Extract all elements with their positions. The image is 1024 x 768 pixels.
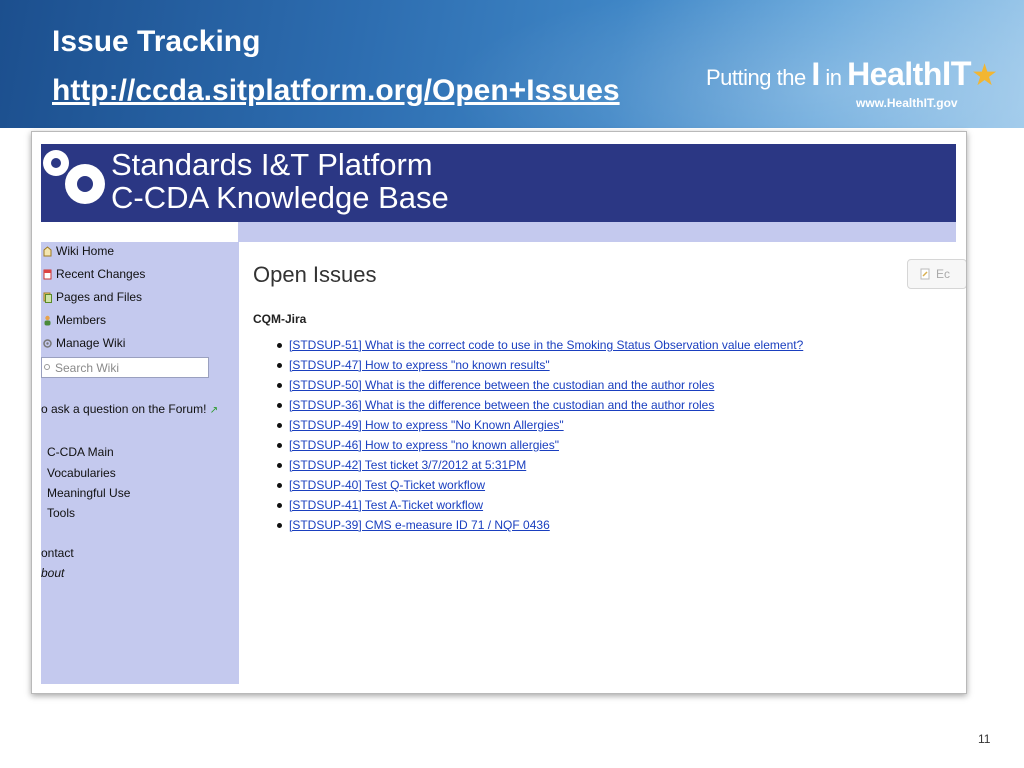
sidebar-item-label: Wiki Home: [56, 244, 115, 258]
sidebar-item-recent-changes[interactable]: Recent Changes: [43, 267, 145, 281]
sidebar-item-members[interactable]: Members: [43, 313, 106, 327]
issue-link[interactable]: [STDSUP-51] What is the correct code to …: [289, 338, 803, 352]
issue-link[interactable]: [STDSUP-42] Test ticket 3/7/2012 at 5:31…: [289, 458, 526, 472]
slide-url-link[interactable]: http://ccda.sitplatform.org/Open+Issues: [52, 74, 620, 108]
edit-button-label: Ec: [936, 267, 951, 281]
healthit-brand-logo: Putting the I in HealthIT★ www.HealthIT.…: [706, 55, 998, 110]
issue-link[interactable]: [STDSUP-41] Test A-Ticket workflow: [289, 498, 483, 512]
brand-tagline: Putting the I in HealthIT★: [706, 55, 998, 94]
logo-line-2: C-CDA Knowledge Base: [111, 180, 449, 215]
list-item: [STDSUP-49] How to express "No Known All…: [276, 417, 803, 437]
members-icon: [44, 315, 51, 325]
list-item: [STDSUP-42] Test ticket 3/7/2012 at 5:31…: [276, 457, 803, 477]
search-icon: [44, 363, 50, 370]
issue-link[interactable]: [STDSUP-46] How to express "no known all…: [289, 438, 559, 452]
wiki-sidebar: Wiki Home Recent Changes Pages and Files…: [41, 242, 239, 684]
edit-icon: [920, 268, 930, 280]
wiki-logo-text: Standards I&T Platform C-CDA Knowledge B…: [111, 148, 449, 214]
wiki-main-content: Open Issues Ec CQM-Jira [STDSUP-51] What…: [239, 242, 966, 684]
brand-it: IT: [941, 55, 972, 93]
sidebar-item-label: Pages and Files: [56, 290, 143, 304]
list-item: [STDSUP-39] CMS e-measure ID 71 / NQF 04…: [276, 517, 803, 537]
sidebar-nav-c-cda-main[interactable]: C-CDA Main: [47, 445, 114, 459]
sidebar-item-label: Recent Changes: [56, 267, 146, 281]
logo-line-1: Standards I&T Platform: [111, 147, 433, 182]
brand-health: Health: [847, 56, 942, 92]
sidebar-item-label: Manage Wiki: [56, 336, 126, 350]
issue-list: [STDSUP-51] What is the correct code to …: [276, 337, 803, 537]
list-item: [STDSUP-40] Test Q-Ticket workflow: [276, 477, 803, 497]
forum-link-text: o ask a question on the Forum!: [41, 402, 207, 416]
list-item: [STDSUP-50] What is the difference betwe…: [276, 377, 803, 397]
search-input[interactable]: Search Wiki: [41, 357, 209, 378]
home-icon: [43, 245, 52, 256]
sidebar-nav-vocabularies[interactable]: Vocabularies: [47, 466, 116, 480]
sidebar-link-contact[interactable]: ontact: [41, 546, 74, 560]
sidebar-item-label: Members: [56, 313, 107, 327]
sidebar-item-wiki-home[interactable]: Wiki Home: [43, 244, 114, 258]
brand-letter-i: I: [811, 56, 820, 92]
recent-changes-icon: [43, 269, 52, 279]
section-label-cqm-jira: CQM-Jira: [253, 312, 307, 326]
issue-link[interactable]: [STDSUP-49] How to express "No Known All…: [289, 418, 564, 432]
brand-url: www.HealthIT.gov: [856, 96, 958, 110]
wiki-subbar: [238, 222, 956, 242]
brand-prefix: Putting the: [706, 65, 812, 90]
issue-link[interactable]: [STDSUP-40] Test Q-Ticket workflow: [289, 478, 485, 492]
list-item: [STDSUP-46] How to express "no known all…: [276, 437, 803, 457]
slide-header: Issue Tracking http://ccda.sitplatform.o…: [0, 0, 1024, 128]
slide-page-number: 11: [978, 732, 991, 746]
edit-button[interactable]: Ec: [907, 259, 966, 289]
list-item: [STDSUP-51] What is the correct code to …: [276, 337, 803, 357]
sidebar-nav-tools[interactable]: Tools: [47, 506, 75, 520]
sidebar-nav-meaningful-use[interactable]: Meaningful Use: [47, 486, 130, 500]
list-item: [STDSUP-36] What is the difference betwe…: [276, 397, 803, 417]
brand-in: in: [819, 65, 848, 90]
gears-logo-icon: [41, 146, 109, 220]
issue-link[interactable]: [STDSUP-50] What is the difference betwe…: [289, 378, 714, 392]
external-link-icon: ↗: [209, 405, 219, 416]
wiki-screenshot-frame: Standards I&T Platform C-CDA Knowledge B…: [31, 131, 967, 694]
slide-title: Issue Tracking: [52, 25, 261, 58]
search-placeholder: Search Wiki: [55, 360, 120, 375]
issue-link[interactable]: [STDSUP-39] CMS e-measure ID 71 / NQF 04…: [289, 518, 550, 532]
list-item: [STDSUP-41] Test A-Ticket workflow: [276, 497, 803, 517]
star-icon: ★: [971, 59, 998, 92]
pages-icon: [43, 292, 52, 303]
sidebar-item-manage-wiki[interactable]: Manage Wiki: [43, 336, 125, 350]
issue-link[interactable]: [STDSUP-36] What is the difference betwe…: [289, 398, 714, 412]
sidebar-item-pages-and-files[interactable]: Pages and Files: [43, 290, 142, 304]
list-item: [STDSUP-47] How to express "no known res…: [276, 357, 803, 377]
page-title: Open Issues: [253, 262, 377, 287]
issue-link[interactable]: [STDSUP-47] How to express "no known res…: [289, 358, 550, 372]
manage-icon: [43, 338, 52, 348]
sidebar-link-about[interactable]: bout: [41, 566, 64, 580]
forum-link[interactable]: o ask a question on the Forum! ↗: [41, 402, 218, 416]
wiki-banner: Standards I&T Platform C-CDA Knowledge B…: [41, 144, 956, 222]
